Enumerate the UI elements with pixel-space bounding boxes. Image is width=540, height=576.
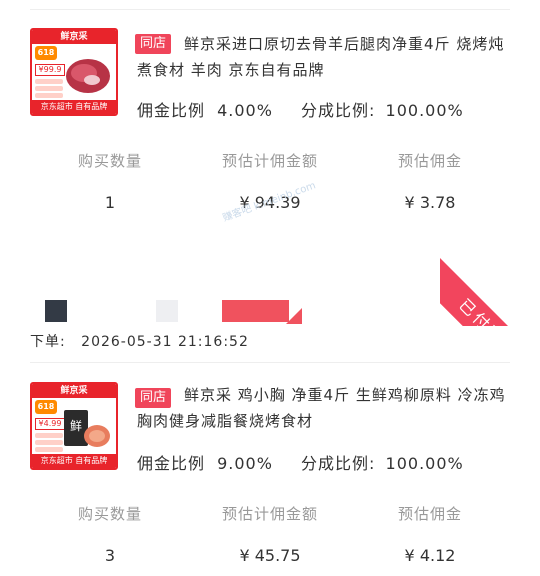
commission-label: 佣金比例 bbox=[137, 101, 206, 120]
qty-stat: 购买数量 3 bbox=[25, 503, 195, 565]
est-commission-label: 预估佣金 bbox=[397, 505, 462, 523]
promo-badge: 618 bbox=[35, 46, 57, 60]
share-label: 分成比例: bbox=[301, 454, 376, 473]
est-amount-stat: 预估计佣金额 ¥ 45.75 bbox=[185, 503, 355, 565]
est-commission-value: ¥ 4.12 bbox=[404, 546, 456, 565]
thumb-brand: 鲜京采 bbox=[32, 30, 116, 44]
est-amount-label: 预估计佣金额 bbox=[221, 152, 318, 170]
divider bbox=[30, 9, 510, 10]
thumb-tags bbox=[35, 79, 63, 100]
paid-ribbon: 已付款 bbox=[440, 236, 540, 326]
thumb-footer: 京东超市 自有品牌 bbox=[32, 100, 116, 114]
redaction-block bbox=[222, 300, 289, 322]
order-time-label: 下单: bbox=[30, 334, 66, 350]
order-time-value: 2026-05-31 21:16:52 bbox=[81, 334, 249, 350]
commission-value: 4.00% bbox=[217, 101, 273, 120]
thumb-tags bbox=[35, 433, 63, 454]
redaction-block bbox=[156, 300, 178, 322]
share-label: 分成比例: bbox=[301, 101, 376, 120]
est-commission-label: 预估佣金 bbox=[397, 152, 462, 170]
qty-value: 3 bbox=[104, 546, 116, 565]
est-amount-value: ¥ 45.75 bbox=[239, 546, 301, 565]
redaction-corner bbox=[286, 308, 302, 324]
promo-badge: 618 bbox=[35, 400, 57, 414]
qty-value: 1 bbox=[104, 193, 116, 212]
est-commission-stat: 预估佣金 ¥ 4.12 bbox=[345, 503, 515, 565]
product-title[interactable]: 鲜京采进口原切去骨羊后腿肉净重4斤 烧烤炖煮食材 羊肉 京东自有品牌 bbox=[137, 31, 508, 83]
commission-row: 佣金比例 9.00% 分成比例: 100.00% bbox=[137, 450, 464, 474]
est-commission-stat: 预估佣金 ¥ 3.78 bbox=[345, 150, 515, 212]
qty-label: 购买数量 bbox=[77, 505, 142, 523]
thumb-brand: 鲜京采 bbox=[32, 384, 116, 398]
product-thumbnail[interactable]: 鲜京采 618 ¥99.9 京东超市 自有品牌 bbox=[30, 28, 118, 116]
share-value: 100.00% bbox=[385, 101, 464, 120]
thumb-price: ¥99.9 bbox=[35, 64, 65, 76]
thumb-footer: 京东超市 自有品牌 bbox=[32, 454, 116, 468]
status-badge: 已付款 bbox=[440, 258, 540, 326]
commission-label: 佣金比例 bbox=[137, 454, 206, 473]
qty-label: 购买数量 bbox=[77, 152, 142, 170]
chicken-breast-image: 鲜 bbox=[64, 410, 110, 447]
product-title[interactable]: 鲜京采 鸡小胸 净重4斤 生鲜鸡柳原料 冷冻鸡胸肉健身减脂餐烧烤食材 bbox=[137, 382, 508, 434]
commission-row: 佣金比例 4.00% 分成比例: 100.00% bbox=[137, 97, 464, 121]
est-amount-label: 预估计佣金额 bbox=[221, 505, 318, 523]
qty-stat: 购买数量 1 bbox=[25, 150, 195, 212]
lamb-meat-image bbox=[66, 59, 110, 93]
product-thumbnail[interactable]: 鲜京采 618 ¥4.99 鲜 京东超市 自有品牌 bbox=[30, 382, 118, 470]
est-commission-value: ¥ 3.78 bbox=[404, 193, 456, 212]
redaction-block bbox=[45, 300, 67, 322]
svg-text:鲜: 鲜 bbox=[70, 419, 82, 433]
order-card[interactable]: 鲜京采 618 ¥4.99 鲜 京东超市 自有品牌 同店 鲜京采 鸡小胸 净重4… bbox=[0, 362, 540, 576]
share-value: 100.00% bbox=[385, 454, 464, 473]
thumb-price: ¥4.99 bbox=[35, 418, 65, 430]
commission-value: 9.00% bbox=[217, 454, 273, 473]
order-time: 下单: 2026-05-31 21:16:52 bbox=[30, 331, 249, 351]
